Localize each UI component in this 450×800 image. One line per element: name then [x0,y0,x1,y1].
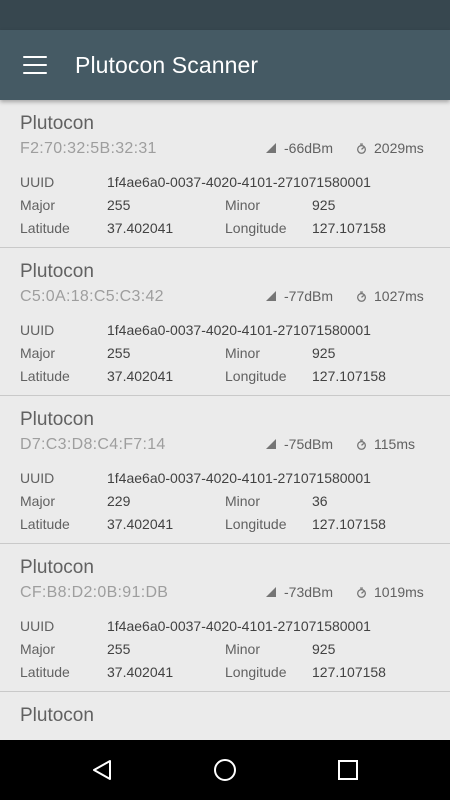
rssi-value: -66dBm [284,140,334,156]
major-label: Major [20,493,56,509]
major-value: 255 [107,345,131,361]
back-button[interactable] [72,740,132,800]
signal-strength-icon [266,439,276,449]
major-value: 255 [107,641,131,657]
rssi-value: -75dBm [284,436,334,452]
rssi-value: -73dBm [284,584,334,600]
minor-value: 925 [312,641,336,657]
signal-strength-icon [266,291,276,301]
beacon-card[interactable]: Plutocon CF:B8:D2:0B:91:DB -73dBm 1019ms… [0,544,450,692]
uuid-value: 1f4ae6a0-0037-4020-4101-271071580001 [107,470,371,486]
latitude-label: Latitude [20,664,70,680]
longitude-label: Longitude [225,220,287,236]
rssi-readout: -75dBm [266,436,333,452]
minor-label: Minor [225,493,261,509]
major-label: Major [20,197,56,213]
latitude-value: 37.402041 [107,664,174,680]
longitude-value: 127.107158 [312,220,386,236]
interval-value: 1027ms [374,288,424,304]
major-value: 229 [107,493,131,509]
status-bar [0,0,450,30]
beacon-name: Plutocon [20,705,94,726]
longitude-value: 127.107158 [312,516,386,532]
longitude-label: Longitude [225,516,287,532]
signal-strength-icon [266,143,276,153]
interval-value: 115ms [374,436,415,452]
rssi-readout: -66dBm [266,140,333,156]
minor-label: Minor [225,641,261,657]
uuid-value: 1f4ae6a0-0037-4020-4101-271071580001 [107,322,371,338]
app-bar: Plutocon Scanner [0,30,450,100]
beacon-card[interactable]: Plutocon D7:C3:D8:C4:F7:14 -75dBm 115ms … [0,396,450,544]
interval-readout: 2029ms [356,140,424,156]
home-icon [213,759,236,781]
beacon-name: Plutocon [20,261,94,282]
beacon-mac: F2:70:32:5B:32:31 [20,140,157,157]
beacon-card[interactable]: Plutocon F2:70:32:5B:32:31 -66dBm 2029ms… [0,100,450,248]
interval-readout: 115ms [356,436,415,452]
home-button[interactable] [195,740,255,800]
beacon-name: Plutocon [20,113,94,134]
signal-strength-icon [266,587,276,597]
minor-value: 925 [312,197,336,213]
uuid-label: UUID [20,618,55,634]
timer-icon [357,290,366,302]
menu-icon [23,56,47,74]
major-value: 255 [107,197,131,213]
latitude-value: 37.402041 [107,516,174,532]
recents-button[interactable] [318,740,378,800]
longitude-value: 127.107158 [312,368,386,384]
interval-value: 2029ms [374,140,424,156]
navigation-bar [0,740,450,800]
major-label: Major [20,345,56,361]
timer-icon [357,586,366,598]
longitude-value: 127.107158 [312,664,386,680]
beacon-mac: D7:C3:D8:C4:F7:14 [20,436,166,453]
beacon-card[interactable]: Plutocon [0,692,450,740]
recents-icon [338,760,359,780]
uuid-value: 1f4ae6a0-0037-4020-4101-271071580001 [107,174,371,190]
beacon-list[interactable]: Plutocon F2:70:32:5B:32:31 -66dBm 2029ms… [0,100,450,740]
latitude-label: Latitude [20,220,70,236]
rssi-readout: -73dBm [266,584,333,600]
interval-readout: 1019ms [356,584,424,600]
beacon-card[interactable]: Plutocon C5:0A:18:C5:C3:42 -77dBm 1027ms… [0,248,450,396]
beacon-name: Plutocon [20,409,94,430]
minor-label: Minor [225,197,261,213]
beacon-mac: C5:0A:18:C5:C3:42 [20,288,164,305]
uuid-value: 1f4ae6a0-0037-4020-4101-271071580001 [107,618,371,634]
rssi-readout: -77dBm [266,288,333,304]
minor-label: Minor [225,345,261,361]
timer-icon [357,438,366,450]
timer-icon [357,142,366,154]
uuid-label: UUID [20,322,55,338]
rssi-value: -77dBm [284,288,334,304]
latitude-label: Latitude [20,368,70,384]
beacon-name: Plutocon [20,557,94,578]
page-title: Plutocon Scanner [75,51,259,78]
latitude-value: 37.402041 [107,368,174,384]
latitude-value: 37.402041 [107,220,174,236]
screen: Plutocon Scanner Plutocon F2:70:32:5B:32… [0,0,450,800]
minor-value: 925 [312,345,336,361]
longitude-label: Longitude [225,664,287,680]
interval-readout: 1027ms [356,288,424,304]
latitude-label: Latitude [20,516,70,532]
major-label: Major [20,641,56,657]
back-icon [92,760,111,780]
interval-value: 1019ms [374,584,424,600]
longitude-label: Longitude [225,368,287,384]
uuid-label: UUID [20,174,55,190]
beacon-mac: CF:B8:D2:0B:91:DB [20,584,169,601]
uuid-label: UUID [20,470,55,486]
menu-button[interactable] [0,30,70,100]
minor-value: 36 [312,493,328,509]
